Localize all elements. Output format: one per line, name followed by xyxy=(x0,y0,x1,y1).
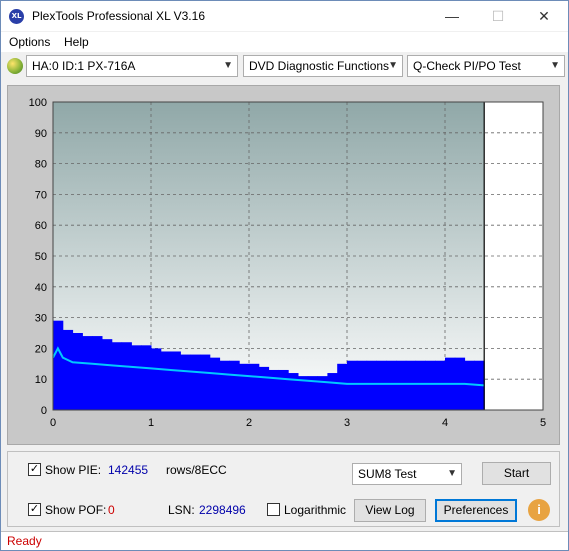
pie-bar xyxy=(386,360,397,410)
main-window: XL PlexTools Professional XL V3.16 — ☐ ✕… xyxy=(0,0,569,551)
y-tick-label: 60 xyxy=(35,220,47,232)
start-button[interactable]: Start xyxy=(482,462,551,485)
pie-bar xyxy=(72,333,83,410)
pie-bar xyxy=(229,360,240,410)
pie-bar xyxy=(170,351,181,410)
menu-options[interactable]: Options xyxy=(9,35,50,49)
pie-bar xyxy=(366,360,377,410)
x-tick-label: 0 xyxy=(50,417,56,429)
pie-bar xyxy=(356,360,368,410)
pie-value: 142455 xyxy=(108,463,149,477)
controls-panel: ✓ Show PIE: 142455 rows/8ECC SUM8 Test ▼… xyxy=(7,451,560,527)
sum-test-value: SUM8 Test xyxy=(358,467,417,481)
pie-bar xyxy=(239,363,250,410)
pipo-chart: 0 10 20 30 40 50 60 70 80 90 100 0 1 2 3 4 5 xyxy=(29,97,546,429)
pie-bar xyxy=(190,354,201,410)
chart-panel: 0 10 20 30 40 50 60 70 80 90 100 0 1 2 3 4 5 xyxy=(7,85,560,445)
y-tick-label: 50 xyxy=(35,251,47,263)
test-select-value: Q-Check PI/PO Test xyxy=(413,59,521,73)
pie-bar xyxy=(209,357,221,410)
pie-unit: rows/8ECC xyxy=(166,463,227,477)
minimize-button[interactable]: — xyxy=(429,1,475,31)
drive-select-value: HA:0 ID:1 PX-716A xyxy=(32,59,136,73)
pie-bar xyxy=(405,360,417,410)
toolbar: HA:0 ID:1 PX-716A ▼ DVD Diagnostic Funct… xyxy=(1,53,568,79)
pie-bar xyxy=(92,336,103,410)
chevron-down-icon: ▼ xyxy=(223,60,233,71)
pie-bar xyxy=(160,351,172,410)
y-tick-label: 0 xyxy=(41,405,47,417)
chevron-down-icon: ▼ xyxy=(447,468,457,479)
pof-value: 0 xyxy=(108,503,115,517)
lsn-value: 2298496 xyxy=(199,503,246,517)
pie-bar xyxy=(337,363,348,410)
pie-bar xyxy=(249,363,260,410)
y-tick-label: 20 xyxy=(35,343,47,355)
pie-bar xyxy=(62,329,74,410)
lsn-label: LSN: xyxy=(168,503,195,517)
y-tick-label: 90 xyxy=(35,128,47,140)
chevron-down-icon: ▼ xyxy=(550,60,560,71)
pie-bar xyxy=(111,342,123,410)
pie-bar xyxy=(102,339,113,410)
pie-bar xyxy=(278,369,289,410)
drive-status-icon xyxy=(7,58,23,74)
x-tick-label: 4 xyxy=(442,417,448,429)
logarithmic-label: Logarithmic xyxy=(284,503,347,517)
pie-bar xyxy=(121,342,132,410)
status-text: Ready xyxy=(7,534,42,548)
pie-bar xyxy=(180,354,191,410)
pie-bar xyxy=(425,360,436,410)
y-tick-label: 70 xyxy=(35,189,47,201)
function-select[interactable]: DVD Diagnostic Functions ▼ xyxy=(243,55,403,77)
pie-bar xyxy=(376,360,387,410)
x-tick-label: 5 xyxy=(540,417,546,429)
pie-bar xyxy=(327,373,338,410)
title-bar: XL PlexTools Professional XL V3.16 — ☐ ✕ xyxy=(1,1,568,31)
test-select[interactable]: Q-Check PI/PO Test ▼ xyxy=(407,55,565,77)
pie-bar xyxy=(151,348,162,410)
pie-bar xyxy=(131,345,142,410)
status-bar: Ready xyxy=(1,531,568,550)
sum-test-select[interactable]: SUM8 Test ▼ xyxy=(352,463,462,485)
pie-bar xyxy=(219,360,230,410)
pie-bar xyxy=(268,369,279,410)
show-pie-checkbox[interactable]: ✓ xyxy=(28,463,41,476)
show-pof-label: Show POF: xyxy=(45,503,107,517)
chevron-down-icon: ▼ xyxy=(388,60,398,71)
pie-bar xyxy=(82,336,93,410)
menu-bar: Options Help xyxy=(1,32,568,52)
show-pof-checkbox[interactable]: ✓ xyxy=(28,503,41,516)
y-tick-label: 40 xyxy=(35,282,47,294)
pie-bar xyxy=(258,366,270,410)
logarithmic-checkbox[interactable] xyxy=(267,503,280,516)
y-tick-label: 100 xyxy=(29,97,47,109)
menu-help[interactable]: Help xyxy=(64,35,89,49)
x-tick-label: 2 xyxy=(246,417,252,429)
view-log-button[interactable]: View Log xyxy=(354,499,426,522)
x-tick-label: 1 xyxy=(148,417,154,429)
drive-select[interactable]: HA:0 ID:1 PX-716A ▼ xyxy=(26,55,238,77)
info-icon[interactable]: i xyxy=(528,499,550,521)
y-tick-label: 30 xyxy=(35,313,47,325)
preferences-button[interactable]: Preferences xyxy=(435,499,517,522)
function-select-value: DVD Diagnostic Functions xyxy=(249,59,390,73)
y-tick-label: 10 xyxy=(35,374,47,386)
maximize-button[interactable]: ☐ xyxy=(475,1,521,31)
pie-bar xyxy=(347,360,358,410)
window-title: PlexTools Professional XL V3.16 xyxy=(32,9,205,23)
close-button[interactable]: ✕ xyxy=(521,1,567,31)
pie-bar xyxy=(396,360,407,410)
app-logo-icon: XL xyxy=(9,9,24,24)
y-tick-label: 80 xyxy=(35,159,47,171)
pie-bar xyxy=(435,360,446,410)
show-pie-label: Show PIE: xyxy=(45,463,102,477)
pie-bar xyxy=(415,360,426,410)
pie-bar xyxy=(141,345,152,410)
x-tick-label: 3 xyxy=(344,417,350,429)
pie-bar xyxy=(53,320,64,410)
pie-bar xyxy=(200,354,211,410)
